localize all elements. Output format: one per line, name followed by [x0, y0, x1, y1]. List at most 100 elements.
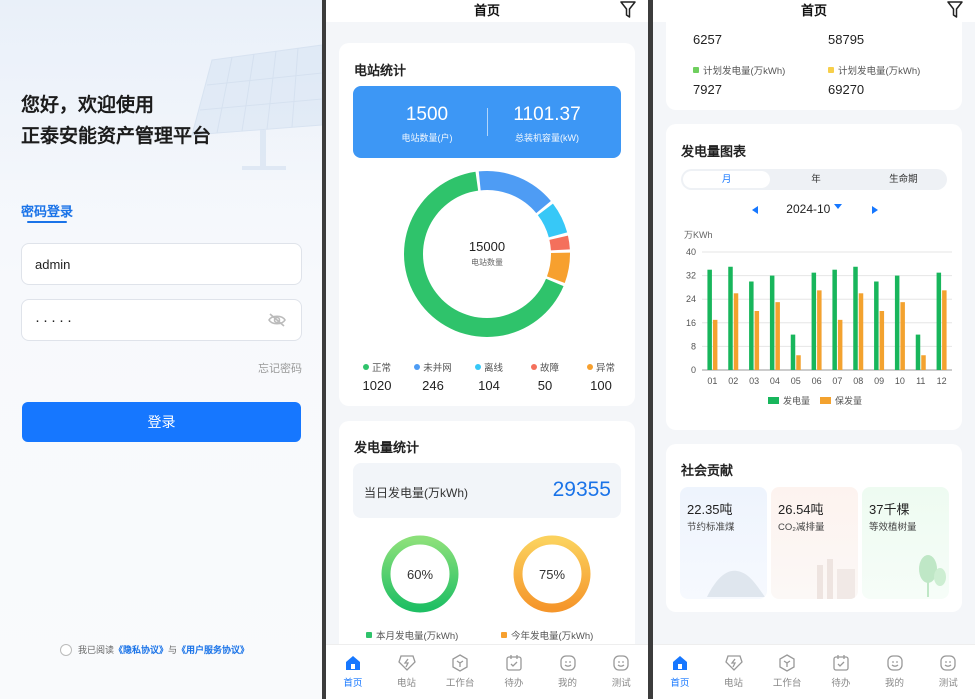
filter-icon[interactable] [620, 1, 636, 19]
filter-icon[interactable] [947, 1, 963, 19]
password-value: ····· [35, 311, 75, 329]
bar-guaranteed-03[interactable] [754, 311, 760, 370]
bar-generation-08[interactable] [853, 266, 858, 370]
page-title: 首页 [473, 3, 500, 18]
bar-guaranteed-12[interactable] [942, 290, 947, 370]
y-tick-label: 16 [686, 318, 696, 328]
bar-generation-01[interactable] [707, 269, 712, 370]
tab-todo[interactable]: 待办 [487, 645, 541, 699]
privacy-link[interactable]: 《隐私协议》 [114, 643, 168, 656]
test-icon [940, 655, 956, 671]
summary-divider [487, 108, 488, 136]
bar-generation-04[interactable] [769, 275, 775, 370]
plan-left-value: 7927 [693, 82, 722, 97]
prev-period-icon[interactable] [750, 205, 760, 215]
legend-label-0[interactable]: 发电量 [783, 395, 810, 406]
status-not-connected[interactable]: 未并网 246 [405, 360, 461, 393]
bar-guaranteed-02[interactable] [733, 293, 739, 370]
agree-checkbox[interactable] [60, 643, 72, 656]
bar-generation-06[interactable] [811, 272, 817, 370]
tab-test[interactable]: 测试 [921, 645, 975, 699]
chart-card-title: 发电量图表 [681, 144, 747, 159]
bar-generation-07[interactable] [832, 269, 837, 370]
username-field[interactable]: admin [21, 243, 302, 285]
y-tick-label: 0 [691, 365, 696, 375]
bar-guaranteed-10[interactable] [900, 302, 905, 370]
bar-guaranteed-08[interactable] [858, 293, 864, 370]
power-stats-title: 发电量统计 [354, 440, 420, 455]
service-link[interactable]: 《用户服务协议》 [177, 643, 249, 656]
station-summary-box: 1500 电站数量(户) 1101.37 总装机容量(kW) [353, 86, 621, 158]
segment-year[interactable]: 年 [772, 169, 859, 190]
status-fault[interactable]: 故障 50 [517, 360, 573, 393]
welcome-greeting: 您好，欢迎使用 正泰安能资产管理平台 [21, 90, 211, 152]
legend-label-1[interactable]: 保发量 [835, 395, 862, 406]
plan-top-left-value: 6257 [693, 32, 722, 47]
forgot-password-link[interactable]: 忘记密码 [258, 360, 302, 376]
x-tick-label: 04 [770, 376, 780, 386]
nav-bar: 首页 [653, 0, 975, 22]
daily-generation-box: 当日发电量(万kWh) 29355 [353, 463, 621, 518]
tab-profile[interactable]: 我的 [541, 645, 595, 699]
tab-home[interactable]: 首页 [653, 645, 707, 699]
todo-icon [506, 655, 522, 671]
status-normal[interactable]: 正常 1020 [349, 360, 405, 393]
bar-guaranteed-07[interactable] [837, 319, 843, 370]
year-percent: 75% [539, 567, 565, 582]
password-field[interactable]: ····· [21, 299, 302, 341]
next-period-icon[interactable] [870, 205, 880, 215]
bar-generation-09[interactable] [874, 281, 879, 371]
month-percent: 60% [407, 567, 433, 582]
bar-generation-03[interactable] [749, 281, 754, 371]
x-tick-label: 01 [707, 376, 717, 386]
bar-generation-11[interactable] [915, 334, 921, 370]
chevron-down-icon[interactable] [833, 203, 842, 211]
bar-generation-12[interactable] [936, 272, 942, 370]
bar-guaranteed-09[interactable] [879, 311, 885, 370]
x-tick-label: 09 [874, 376, 884, 386]
tab-password-login[interactable]: 密码登录 [21, 201, 73, 220]
station-stats-card: 电站统计 1500 电站数量(户) 1101.37 总装机容量(kW) 1500… [339, 43, 635, 406]
period-value[interactable]: 2024-10 [786, 202, 830, 216]
tab-workbench[interactable]: 工作台 [433, 645, 487, 699]
bottom-tab-bar: 首页 电站 工作台 待办 我的 测试 [326, 644, 648, 699]
tree-icon [919, 555, 946, 597]
segment-lifetime[interactable]: 生命期 [860, 169, 947, 190]
eye-off-icon[interactable] [267, 312, 287, 328]
profile-icon [559, 655, 576, 671]
generation-chart-card: 发电量图表 月 年 生命期 2024-10 万KWh 0 8 16 24 32 40 01 02… [666, 124, 962, 430]
segment-month[interactable]: 月 [683, 171, 771, 188]
donut-segment-1 [478, 171, 551, 214]
plan-right-value: 69270 [828, 82, 865, 97]
bar-guaranteed-01[interactable] [712, 319, 718, 370]
x-tick-label: 10 [895, 376, 905, 386]
tab-test[interactable]: 测试 [594, 645, 648, 699]
station-count-value: 1500 [405, 104, 449, 125]
bar-generation-10[interactable] [894, 275, 900, 370]
tab-home[interactable]: 首页 [326, 645, 380, 699]
donut-center-label: 电站数量 [471, 257, 503, 267]
login-button[interactable]: 登录 [22, 402, 301, 442]
home-icon [345, 656, 360, 670]
workbench-icon [452, 654, 468, 672]
status-abnormal[interactable]: 异常 100 [573, 360, 629, 393]
tab-station[interactable]: 电站 [707, 645, 761, 699]
bar-guaranteed-11[interactable] [921, 355, 926, 370]
bar-guaranteed-06[interactable] [817, 290, 822, 370]
bar-guaranteed-04[interactable] [775, 302, 780, 370]
y-tick-label: 40 [686, 247, 696, 257]
co2-reduction-tile: 26.54吨 CO₂减排量 [771, 487, 858, 599]
tab-workbench[interactable]: 工作台 [760, 645, 814, 699]
social-card-title: 社会贡献 [681, 463, 734, 478]
profile-icon [886, 655, 903, 671]
tab-todo[interactable]: 待办 [814, 645, 868, 699]
bar-guaranteed-05[interactable] [796, 355, 801, 370]
status-offline[interactable]: 离线 104 [461, 360, 517, 393]
bar-generation-02[interactable] [728, 266, 733, 370]
tab-profile[interactable]: 我的 [868, 645, 922, 699]
home-screen-scrolled: 首页 6257 58795 计划发电量(万kWh) 计划发电量(万kWh) 79… [653, 0, 975, 699]
tab-station[interactable]: 电站 [380, 645, 434, 699]
y-tick-label: 24 [686, 294, 696, 304]
bar-generation-05[interactable] [790, 334, 796, 370]
coal-saving-tile: 22.35吨 节约标准煤 [680, 487, 767, 599]
